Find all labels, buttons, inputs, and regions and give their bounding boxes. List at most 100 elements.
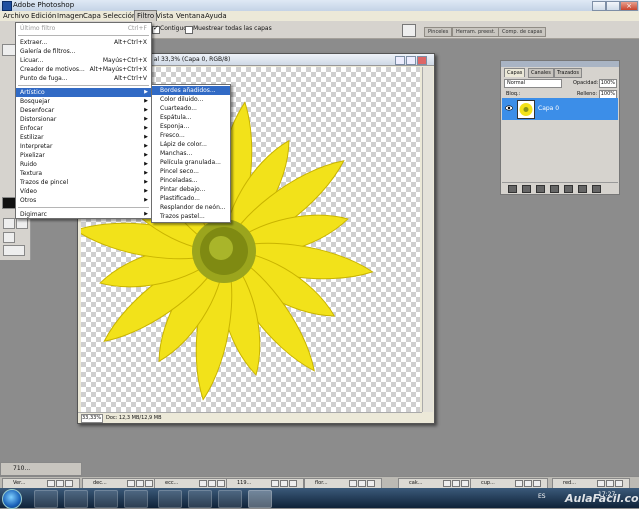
close-button[interactable] [145,480,153,487]
artistic-submenu-item[interactable]: Esponja... [152,122,230,131]
media-player-icon[interactable] [94,490,118,508]
doc-maximize-button[interactable] [406,56,416,65]
menu-ayuda[interactable]: Ayuda [203,11,229,21]
maximize-button[interactable] [606,480,614,487]
palette-tab-comp-capas[interactable]: Comp. de capas [498,27,547,37]
filter-menu-item[interactable]: Desenfocar ▶ [16,106,151,115]
layer-row[interactable]: Capa 0 [502,98,618,120]
artistic-submenu-item[interactable]: Fresco... [152,131,230,140]
restore-button[interactable] [199,480,207,487]
filter-menu-item[interactable]: Galería de filtros... [16,47,151,56]
maximize-button[interactable] [136,480,144,487]
menu-vista[interactable]: Vista [154,11,175,21]
new-group-icon[interactable] [564,185,573,193]
menu-capa[interactable]: Capa [81,11,103,21]
tab-trazados[interactable]: Trazados [554,68,582,78]
standard-mode-icon[interactable] [3,218,15,229]
layer-mask-icon[interactable] [536,185,545,193]
artistic-submenu-item[interactable]: Color diluido... [152,95,230,104]
close-button[interactable] [533,480,541,487]
app-icon-1[interactable] [124,490,148,508]
tab-canales[interactable]: Canales [528,68,554,78]
menu-seleccion[interactable]: Selección [101,11,138,21]
menu-archivo[interactable]: Archivo [1,11,31,21]
jump-to-imageready-icon[interactable] [3,245,25,256]
filter-menu-item[interactable]: Distorsionar ▶ [16,115,151,124]
app-icon-2[interactable] [158,490,182,508]
artistic-submenu-item[interactable]: Pincel seco... [152,167,230,176]
artistic-submenu-item[interactable]: Lápiz de color... [152,140,230,149]
screen-mode-icon[interactable] [3,232,15,243]
maximize-button[interactable] [524,480,532,487]
new-layer-icon[interactable] [578,185,587,193]
artistic-submenu-item[interactable]: Pintar debajo... [152,185,230,194]
minimized-document[interactable]: 710... [0,462,82,476]
close-button[interactable] [65,480,73,487]
filter-menu-item[interactable]: Creador de motivos... Alt+Mayús+Ctrl+X [16,65,151,74]
maximize-button[interactable] [452,480,460,487]
maximize-button[interactable] [208,480,216,487]
close-button[interactable] [289,480,297,487]
restore-button[interactable] [597,480,605,487]
start-button[interactable] [2,489,22,509]
close-button[interactable] [461,480,469,487]
palette-well-toggle-icon[interactable] [402,24,416,37]
restore-button[interactable] [271,480,279,487]
link-layers-icon[interactable] [508,185,517,193]
filter-menu-item[interactable]: Licuar... Mayús+Ctrl+X [16,56,151,65]
filter-menu-item[interactable]: Trazos de pincel ▶ [16,178,151,187]
filter-menu-item[interactable]: Textura ▶ [16,169,151,178]
maximize-button[interactable] [56,480,64,487]
layer-style-icon[interactable] [522,185,531,193]
filter-menu-item[interactable]: Otros ▶ [16,196,151,205]
eye-icon[interactable] [505,104,513,112]
filter-menu-item[interactable]: Estilizar ▶ [16,133,151,142]
palette-tab-pinceles[interactable]: Pinceles [424,27,453,37]
filter-menu-item[interactable]: Extraer... Alt+Ctrl+X [16,38,151,47]
close-button[interactable]: × [620,1,638,11]
maximize-button[interactable] [606,1,620,11]
marquee-tool-icon[interactable] [2,44,16,56]
opacity-field[interactable]: 100% [599,79,617,88]
filter-menu-item[interactable]: Bosquejar ▶ [16,97,151,106]
menu-edicion[interactable]: Edición [29,11,58,21]
artistic-submenu-item[interactable]: Manchas... [152,149,230,158]
menu-ventana[interactable]: Ventana [174,11,207,21]
blend-mode-select[interactable]: Normal [504,79,562,88]
quick-mask-icon[interactable] [16,218,28,229]
language-indicator[interactable]: ES [538,493,546,500]
filter-menu-item[interactable]: Digimarc ▶ [16,210,151,219]
artistic-submenu-item[interactable]: Trazos pastel... [152,212,230,221]
app-icon-3[interactable] [188,490,212,508]
artistic-submenu-item[interactable]: Bordes añadidos... [152,86,230,95]
contiguous-checkbox[interactable] [152,24,160,34]
doc-close-button[interactable] [417,56,427,65]
filter-menu-item[interactable]: Vídeo ▶ [16,187,151,196]
filter-menu-item[interactable]: Enfocar ▶ [16,124,151,133]
maximize-button[interactable] [280,480,288,487]
tab-capas[interactable]: Capas [504,68,526,77]
restore-button[interactable] [443,480,451,487]
photoshop-taskbar-icon[interactable] [248,490,272,508]
maximize-button[interactable] [358,480,366,487]
minimize-button[interactable] [592,1,606,11]
close-button[interactable] [367,480,375,487]
artistic-submenu-item[interactable]: Resplandor de neón... [152,203,230,212]
sample-all-layers-checkbox[interactable] [185,26,193,34]
adjustment-layer-icon[interactable] [550,185,559,193]
close-button[interactable] [217,480,225,487]
filter-menu-item[interactable]: Pixelizar ▶ [16,151,151,160]
close-button[interactable] [615,480,623,487]
filter-menu-item[interactable]: Interpretar ▶ [16,142,151,151]
filter-menu-item[interactable]: Ruido ▶ [16,160,151,169]
ie-icon[interactable] [34,490,58,508]
restore-button[interactable] [515,480,523,487]
explorer-folder-icon[interactable] [64,490,88,508]
chrome-icon[interactable] [218,490,242,508]
artistic-submenu-item[interactable]: Espátula... [152,113,230,122]
doc-minimize-button[interactable] [395,56,405,65]
artistic-submenu-item[interactable]: Película granulada... [152,158,230,167]
artistic-submenu-item[interactable]: Plastificado... [152,194,230,203]
restore-button[interactable] [349,480,357,487]
artistic-submenu-item[interactable]: Pinceladas... [152,176,230,185]
